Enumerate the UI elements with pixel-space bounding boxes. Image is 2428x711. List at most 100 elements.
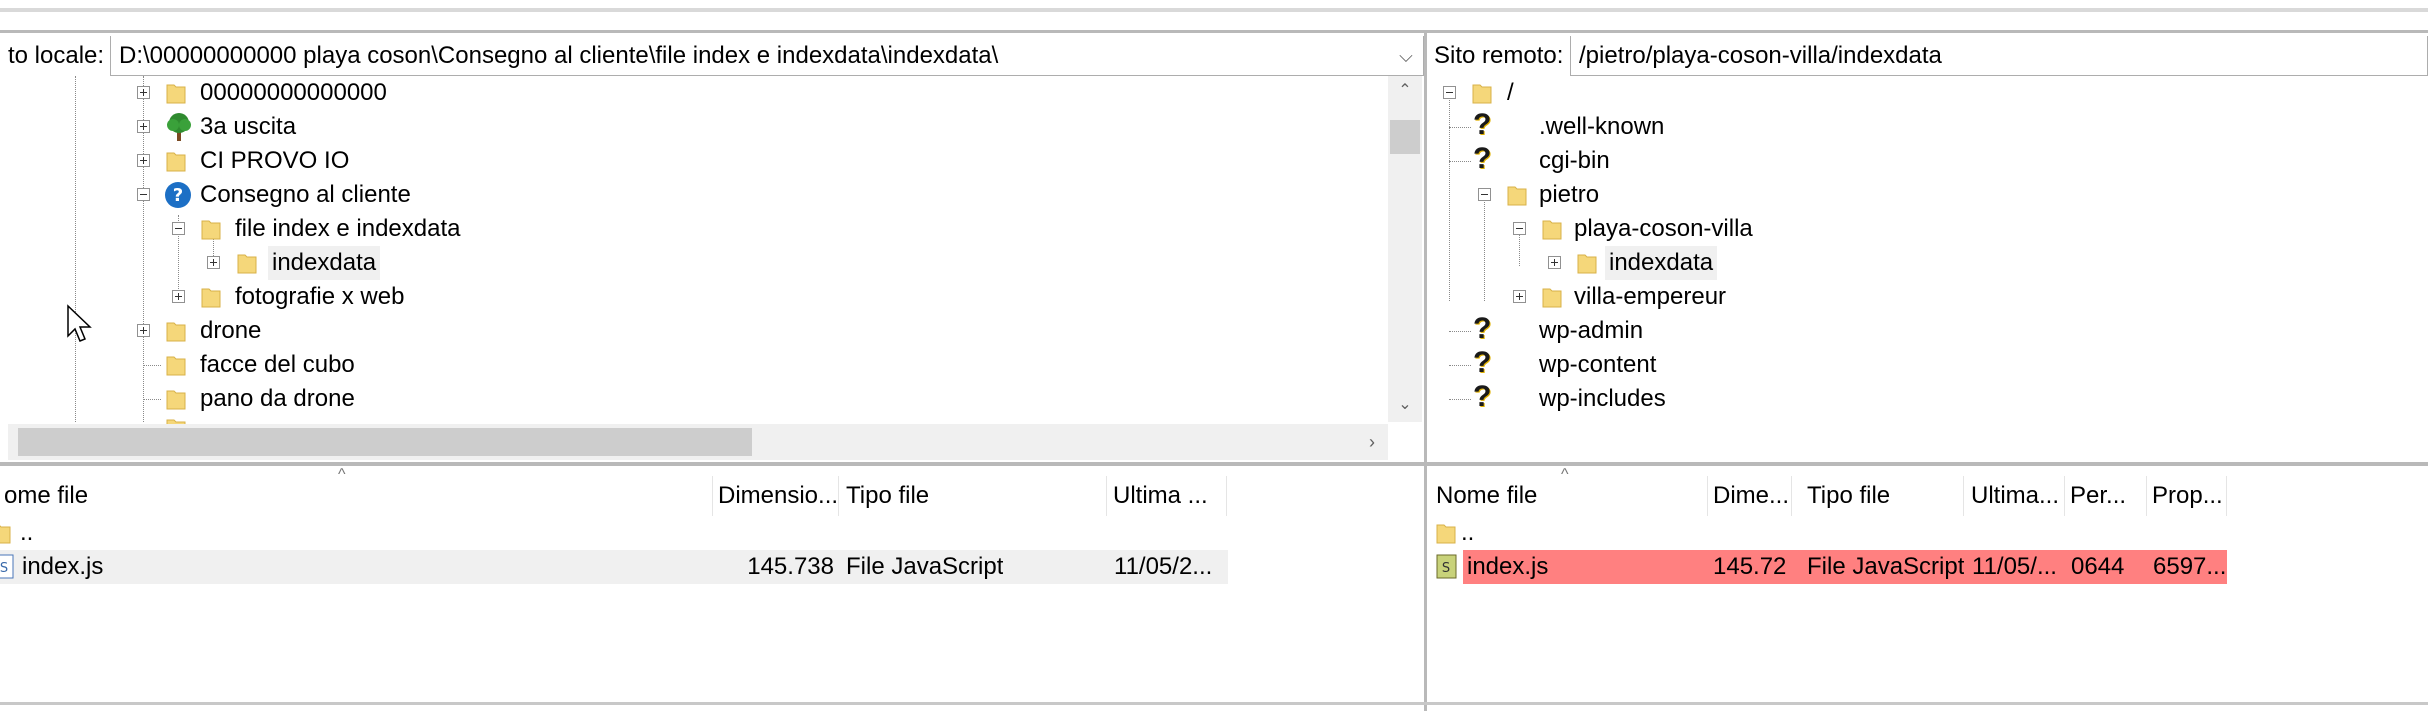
javascript-file-icon: S [0,554,14,579]
folder-icon [0,525,11,544]
folder-icon [166,356,186,376]
folder-icon [201,288,221,308]
scrollbar-thumb[interactable] [1390,120,1420,154]
expand-icon[interactable] [137,154,150,167]
svg-text:S: S [0,561,8,576]
file-row-parent[interactable]: .. [1427,516,2227,550]
expand-icon[interactable] [1513,290,1526,303]
top-splitter [0,30,2428,33]
column-separator[interactable] [1226,476,1227,516]
local-tree-item[interactable]: facce del cubo [0,348,1380,382]
folder-icon [237,254,257,274]
expand-icon[interactable] [172,290,185,303]
column-header-name[interactable]: ome file [4,476,712,516]
expand-icon[interactable] [207,256,220,269]
question-mark-icon: ? [1473,380,1492,413]
column-header-modified[interactable]: Ultima ... [1113,476,1223,516]
remote-path-input[interactable]: /pietro/playa-coson-villa/indexdata [1570,36,2428,76]
remote-tree-item[interactable]: pietro [1427,178,2417,212]
remote-tree-item[interactable]: ? cgi-bin [1427,142,2417,178]
tree-line [1449,365,1471,366]
file-row-parent[interactable]: .. [0,516,1228,550]
folder-icon [166,322,186,342]
expand-icon[interactable] [137,324,150,337]
tree-line [1449,331,1471,332]
tree-line [143,365,161,366]
local-tree-vertical-scrollbar[interactable]: ⌃ ⌄ [1388,76,1422,422]
remote-tree-item[interactable]: ? wp-admin [1427,312,2417,348]
expand-icon[interactable] [137,120,150,133]
local-tree-item-selected[interactable]: indexdata [0,246,1380,280]
local-tree-item[interactable]: 3a uscita [0,110,1380,144]
column-separator[interactable] [838,476,839,516]
collapse-icon[interactable] [1513,222,1526,235]
column-separator[interactable] [2146,476,2147,516]
javascript-file-icon: S [1436,554,1457,579]
remote-tree-item[interactable]: ? wp-includes [1427,380,2417,416]
folder-icon [201,220,221,240]
tree-line [1449,127,1471,128]
folder-icon [1577,254,1597,274]
column-separator[interactable] [1791,476,1792,516]
question-mark-icon: ? [1473,108,1492,141]
question-mark-icon: ? [1473,142,1492,175]
file-row[interactable]: S index.js 145.738 File JavaScript 11/05… [0,550,1228,584]
remote-file-list: ^ Nome file Dime... Tipo file Ultima... … [1427,466,2428,702]
local-site-label: to locale: [8,42,105,69]
expand-icon[interactable] [1548,256,1561,269]
bottom-border [0,702,2428,705]
local-tree-item[interactable]: CI PROVO IO [0,144,1380,178]
collapse-icon[interactable] [172,222,185,235]
collapse-icon[interactable] [1478,188,1491,201]
column-header-type[interactable]: Tipo file [1807,476,1957,516]
folder-icon [166,84,186,104]
local-path-input[interactable]: D:\00000000000 playa coson\Consegno al c… [110,36,1424,76]
local-tree-item[interactable]: file index e indexdata [0,212,1380,246]
local-tree-item[interactable]: drone [0,314,1380,348]
column-header-owner[interactable]: Prop... [2152,476,2226,516]
folder-icon [1436,524,1456,544]
expand-icon[interactable] [137,86,150,99]
scroll-down-arrow-icon[interactable]: ⌄ [1388,394,1422,416]
column-header-size[interactable]: Dimensio... [718,476,836,516]
local-tree-item[interactable]: fotografie x web [0,280,1380,314]
local-tree-item[interactable]: ? Consegno al cliente [0,178,1380,212]
column-header-name[interactable]: Nome file [1436,476,1636,516]
column-separator[interactable] [2064,476,2065,516]
folder-icon [166,152,186,172]
file-row-highlighted[interactable]: S index.js 145.723 File JavaScript 11/05… [1427,550,2227,584]
remote-tree-item-selected[interactable]: indexdata [1427,246,2417,280]
column-header-type[interactable]: Tipo file [846,476,1106,516]
column-header-modified[interactable]: Ultima... [1971,476,2063,516]
scroll-up-arrow-icon[interactable]: ⌃ [1388,80,1422,102]
scrollbar-thumb[interactable] [18,428,752,456]
collapse-icon[interactable] [137,188,150,201]
column-separator[interactable] [712,476,713,516]
scroll-right-arrow-icon[interactable]: › [1358,424,1386,460]
svg-text:?: ? [173,185,183,206]
question-circle-icon: ? [165,182,191,208]
collapse-icon[interactable] [1443,86,1456,99]
column-separator[interactable] [1106,476,1107,516]
local-path-dropdown-arrow[interactable]: ⌵ [1394,36,1418,76]
local-tree-item[interactable]: pano da drone [0,382,1380,416]
folder-icon [1542,220,1562,240]
column-separator[interactable] [1963,476,1964,516]
column-separator[interactable] [2226,476,2227,516]
local-tree-item[interactable]: 00000000000000 [0,76,1380,110]
folder-icon [1507,186,1527,206]
remote-tree-item[interactable]: ? wp-content [1427,346,2417,382]
remote-tree-item[interactable]: villa-empereur [1427,280,2417,314]
window-top-border [0,8,2428,12]
remote-tree-item[interactable]: ? .well-known [1427,108,2417,144]
remote-tree-item[interactable]: / [1427,76,2417,110]
remote-tree-item[interactable]: playa-coson-villa [1427,212,2417,246]
local-tree-horizontal-scrollbar[interactable]: › [8,424,1388,460]
question-mark-icon: ? [1473,312,1492,345]
column-separator[interactable] [1707,476,1708,516]
column-header-permissions[interactable]: Per... [2070,476,2148,516]
folder-icon [1542,288,1562,308]
column-header-size[interactable]: Dime... [1713,476,1789,516]
folder-icon [1472,84,1492,104]
tree-line [1449,399,1471,400]
